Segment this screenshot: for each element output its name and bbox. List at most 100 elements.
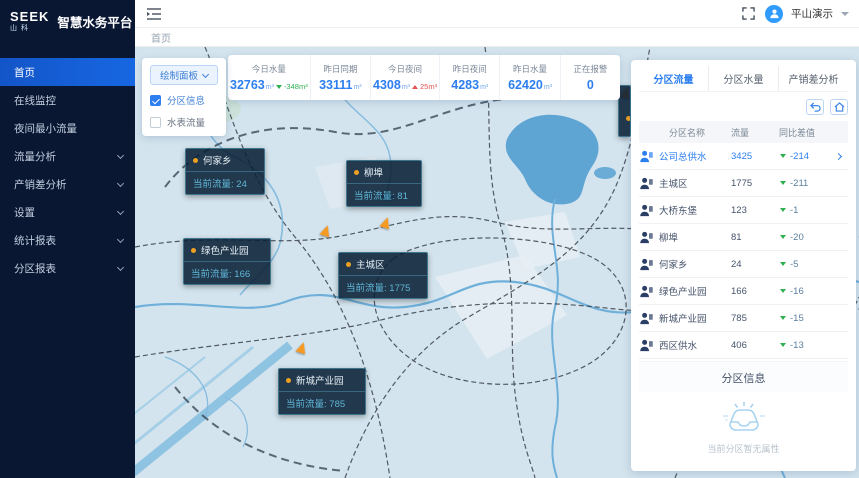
stat-unit: m³ (402, 84, 410, 91)
partition-user-icon (639, 284, 654, 299)
partition-diff: -214 (790, 151, 809, 162)
table-row[interactable]: 绿色产业园 166 -16 (639, 278, 848, 305)
chevron-down-icon (202, 70, 209, 77)
partition-name: 公司总供水 (659, 149, 707, 163)
partition-flow: 406 (731, 340, 779, 351)
popup-flow-value: 785 (329, 399, 345, 410)
partition-name: 柳埠 (659, 230, 678, 244)
column-header-flow: 流量 (731, 126, 779, 139)
table-row[interactable]: 主城区 1775 -211 (639, 170, 848, 197)
partition-name: 新城产业园 (659, 311, 707, 325)
sidebar-item-partition-report[interactable]: 分区报表 (0, 254, 135, 282)
collapse-sidebar-icon[interactable] (145, 5, 163, 23)
partition-user-icon (639, 176, 654, 191)
sidebar-item-night-min-flow[interactable]: 夜间最小流量 (0, 114, 135, 142)
table-row[interactable]: 公司总供水 3425 -214 (639, 143, 848, 170)
stat-unit: m³ (480, 84, 488, 91)
stat-tonight-volume: 今日夜间 4308 m³ 25m³ (371, 55, 440, 100)
sidebar-item-nrw-analysis[interactable]: 产销差分析 (0, 170, 135, 198)
avatar[interactable] (765, 5, 783, 23)
column-header-name: 分区名称 (639, 126, 731, 139)
popup-flow-value: 81 (397, 191, 408, 202)
sidebar-item-label: 产销差分析 (14, 177, 67, 192)
popup-flow-label: 当前流量: (346, 283, 387, 294)
partition-diff: -20 (790, 232, 804, 243)
home-button[interactable] (830, 99, 848, 115)
partition-diff: -5 (790, 259, 798, 270)
map-popup-hejiaxiang[interactable]: 何家乡 当前流量: 24 (185, 148, 265, 195)
user-menu-caret-icon[interactable] (841, 12, 849, 16)
partition-user-icon (639, 311, 654, 326)
breadcrumb-item[interactable]: 首页 (151, 30, 171, 45)
tab-nrw-analysis[interactable]: 产销差分析 (779, 66, 848, 91)
popup-flow-value: 1775 (389, 283, 410, 294)
tab-partition-flow[interactable]: 分区流量 (639, 66, 709, 91)
chevron-right-icon (835, 152, 842, 159)
fullscreen-icon[interactable] (739, 5, 757, 23)
popup-flow-value: 166 (234, 269, 250, 280)
popup-name: 何家乡 (203, 153, 232, 167)
map-popup-lvse-chanyeyuan[interactable]: 绿色产业园 当前流量: 166 (183, 238, 271, 285)
partition-name: 西区供水 (659, 338, 697, 352)
stat-unit: m³ (266, 84, 274, 91)
partition-flow: 785 (731, 313, 779, 324)
partition-name: 大桥东堡 (659, 203, 697, 217)
trend-down-icon (780, 208, 786, 212)
table-header: 分区名称 流量 同比差值 (639, 121, 848, 143)
chevron-down-icon (117, 179, 124, 186)
stat-value: 33111 (319, 78, 352, 92)
map-popup-zhuchengqu[interactable]: 主城区 当前流量: 1775 (338, 252, 428, 299)
sidebar-item-home[interactable]: 首页 (0, 58, 135, 86)
checkbox-checked-icon[interactable] (150, 95, 161, 106)
app-title: 智慧水务平台 (57, 12, 132, 31)
stat-label: 正在报警 (573, 63, 607, 75)
checkbox-unchecked-icon[interactable] (150, 117, 161, 128)
tab-label: 产销差分析 (789, 71, 839, 86)
map-layer-control: 绘制面板 分区信息 水表流量 (142, 58, 226, 136)
partition-user-icon (639, 230, 654, 245)
trend-down-icon (780, 262, 786, 266)
sidebar-item-settings[interactable]: 设置 (0, 198, 135, 226)
sidebar-item-label: 流量分析 (14, 149, 56, 164)
trend-down-icon (780, 181, 786, 185)
draw-panel-button[interactable]: 绘制面板 (150, 65, 218, 85)
table-row[interactable]: 大桥东堡 123 -1 (639, 197, 848, 224)
sidebar-item-online-monitoring[interactable]: 在线监控 (0, 86, 135, 114)
tab-partition-volume[interactable]: 分区水量 (709, 66, 779, 91)
sidebar-item-statistics-report[interactable]: 统计报表 (0, 226, 135, 254)
logo-subtext: 山科 (10, 25, 49, 32)
stat-value: 0 (587, 78, 594, 92)
partition-info-title: 分区信息 (639, 361, 848, 392)
stat-delta: 25m³ (420, 82, 437, 91)
back-button[interactable] (806, 99, 824, 115)
stat-active-alarms: 正在报警 0 (561, 55, 620, 100)
sidebar-item-label: 夜间最小流量 (14, 121, 77, 136)
sidebar-item-label: 统计报表 (14, 233, 56, 248)
column-header-diff: 同比差值 (779, 126, 848, 139)
partition-user-icon (639, 257, 654, 272)
partition-diff: -15 (790, 313, 804, 324)
sidebar-item-label: 首页 (14, 65, 35, 80)
table-row[interactable]: 柳埠 81 -20 (639, 224, 848, 251)
table-row[interactable]: 新城产业园 785 -15 (639, 305, 848, 332)
sidebar-item-flow-analysis[interactable]: 流量分析 (0, 142, 135, 170)
table-row[interactable]: 何家乡 24 -5 (639, 251, 848, 278)
top-header: 平山演示 (135, 0, 859, 28)
tab-label: 分区水量 (724, 71, 764, 86)
username[interactable]: 平山演示 (791, 6, 833, 21)
map-popup-xincheng-chanyeyuan[interactable]: 新城产业园 当前流量: 785 (278, 368, 366, 415)
sidebar: SEEK 山科 智慧水务平台 首页 在线监控 夜间最小流量 流量分析 产销差分析… (0, 0, 135, 478)
panel-tabs: 分区流量 分区水量 产销差分析 (639, 66, 848, 92)
popup-dot-icon (286, 378, 291, 383)
screen: SEEK 山科 智慧水务平台 首页 在线监控 夜间最小流量 流量分析 产销差分析… (0, 0, 859, 478)
stat-label: 今日水量 (252, 63, 286, 75)
layer-toggle-partition-info[interactable]: 分区信息 (150, 93, 218, 107)
layer-toggle-meter-flow[interactable]: 水表流量 (150, 115, 218, 129)
partition-flow: 81 (731, 232, 779, 243)
trend-down-icon (276, 85, 282, 89)
partition-flow: 3425 (731, 151, 779, 162)
stat-value: 62420 (508, 78, 543, 92)
table-row[interactable]: 西区供水 406 -13 (639, 332, 848, 359)
stat-label: 昨日同期 (323, 63, 357, 75)
map-popup-liubu[interactable]: 柳埠 当前流量: 81 (346, 160, 422, 207)
